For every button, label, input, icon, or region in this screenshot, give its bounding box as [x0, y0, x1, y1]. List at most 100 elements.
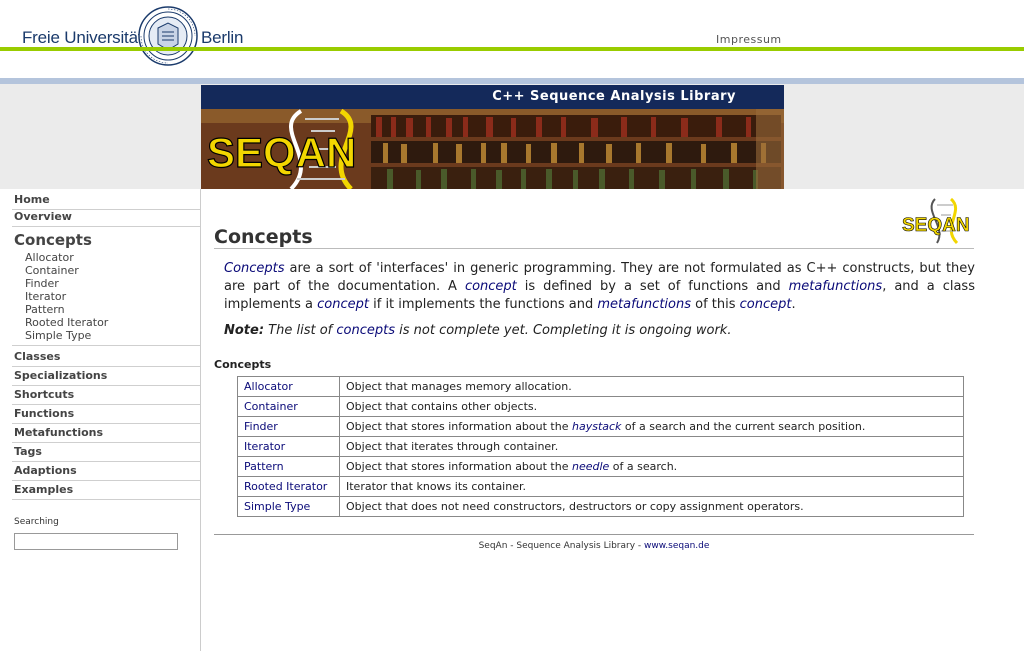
link-concepts[interactable]: concepts [336, 323, 395, 338]
desc-text: Object that stores information about the [346, 420, 572, 433]
concept-name-cell: Rooted Iterator [237, 476, 340, 497]
seqan-corner-logo: SEQAN [902, 197, 970, 245]
concept-desc-cell: Object that contains other objects. [339, 396, 964, 417]
table-row: Rooted Iterator Iterator that knows its … [237, 476, 964, 497]
sidebar-item-metafunctions[interactable]: Metafunctions [14, 426, 103, 439]
link-haystack[interactable]: haystack [572, 420, 621, 433]
sidebar-item-specializations[interactable]: Specializations [14, 369, 107, 382]
desc-text: of a search and the current search posit… [621, 420, 866, 433]
sidebar-item-concepts-current[interactable]: Concepts [14, 231, 92, 249]
intro-text: is defined by a set of functions and [516, 279, 789, 294]
seqan-logo-text: SEQAN [207, 129, 356, 176]
concept-link-finder[interactable]: Finder [244, 420, 278, 433]
intro-paragraph: Concepts are a sort of 'interfaces' in g… [224, 260, 975, 314]
link-metafunctions[interactable]: metafunctions [789, 279, 883, 294]
footer-text: SeqAn - Sequence Analysis Library - [478, 541, 645, 551]
seqan-banner: C++ Sequence Analysis Library SEQAN [201, 85, 784, 189]
desc-text: Object that iterates through container. [346, 440, 559, 453]
sidebar-item-functions[interactable]: Functions [14, 407, 74, 420]
sidebar-subitem-allocator[interactable]: Allocator [25, 251, 74, 264]
footer-link-seqan[interactable]: www.seqan.de [644, 541, 709, 551]
corner-logo-text: SEQAN [902, 215, 970, 236]
link-concept[interactable]: concept [317, 297, 369, 312]
note-paragraph: Note: The list of concepts is not comple… [224, 323, 975, 338]
desc-text: Object that contains other objects. [346, 400, 538, 413]
concept-desc-cell: Object that stores information about the… [339, 416, 964, 437]
sidebar-subitem-pattern[interactable]: Pattern [25, 303, 65, 316]
university-seal-icon [138, 6, 198, 66]
page-footer: SeqAn - Sequence Analysis Library - www.… [201, 541, 987, 551]
concept-name-cell: Finder [237, 416, 340, 437]
nav-divider [12, 423, 200, 424]
concept-link-allocator[interactable]: Allocator [244, 380, 293, 393]
concept-name-cell: Iterator [237, 436, 340, 457]
note-label: Note: [224, 323, 265, 338]
intro-text: of this [691, 297, 740, 312]
nav-divider [12, 366, 200, 367]
link-concepts[interactable]: Concepts [224, 261, 285, 276]
impressum-link[interactable]: Impressum [716, 33, 782, 46]
concept-link-pattern[interactable]: Pattern [244, 460, 284, 473]
nav-divider [12, 404, 200, 405]
concept-desc-cell: Object that does not need constructors, … [339, 496, 964, 517]
nav-divider [12, 345, 200, 346]
sidebar-subitem-container[interactable]: Container [25, 264, 79, 277]
concept-link-simple-type[interactable]: Simple Type [244, 500, 310, 513]
footer-divider [214, 534, 974, 535]
concepts-table: Allocator Object that manages memory all… [237, 376, 964, 517]
desc-text: Object that manages memory allocation. [346, 380, 572, 393]
desc-text: of a search. [609, 460, 678, 473]
header-green-divider [0, 47, 1024, 51]
link-metafunctions[interactable]: metafunctions [597, 297, 691, 312]
concept-link-iterator[interactable]: Iterator [244, 440, 285, 453]
sidebar-item-examples[interactable]: Examples [14, 483, 73, 496]
concept-link-container[interactable]: Container [244, 400, 298, 413]
note-text: is not complete yet. Completing it is on… [395, 323, 732, 338]
concept-desc-cell: Object that manages memory allocation. [339, 376, 964, 397]
intro-text: . [791, 297, 796, 312]
table-row: Iterator Object that iterates through co… [237, 436, 964, 457]
sidebar-subitem-iterator[interactable]: Iterator [25, 290, 66, 303]
concept-name-cell: Allocator [237, 376, 340, 397]
sidebar-item-classes[interactable]: Classes [14, 350, 60, 363]
nav-divider [12, 226, 200, 227]
search-input[interactable] [14, 533, 178, 550]
sidebar-subitem-rooted-iterator[interactable]: Rooted Iterator [25, 316, 108, 329]
sidebar-nav: Home Overview Concepts Allocator Contain… [0, 189, 201, 651]
nav-divider [12, 385, 200, 386]
desc-text: Object that does not need constructors, … [346, 500, 804, 513]
table-row: Container Object that contains other obj… [237, 396, 964, 417]
sidebar-item-adaptions[interactable]: Adaptions [14, 464, 77, 477]
sidebar-item-home[interactable]: Home [14, 193, 50, 206]
university-name-left: Freie Universität [22, 28, 143, 47]
concept-desc-cell: Object that iterates through container. [339, 436, 964, 457]
page-title: Concepts [214, 226, 313, 248]
link-concept[interactable]: concept [465, 279, 517, 294]
library-bookshelf-banner: SEQAN [201, 109, 784, 189]
sidebar-subitem-simple-type[interactable]: Simple Type [25, 329, 91, 342]
table-row: Finder Object that stores information ab… [237, 416, 964, 437]
title-underline [214, 248, 974, 249]
nav-divider [12, 461, 200, 462]
table-row: Simple Type Object that does not need co… [237, 496, 964, 517]
search-label: Searching [14, 517, 59, 527]
link-needle[interactable]: needle [572, 460, 609, 473]
main-content: SEQAN Concepts Concepts are a sort of 'i… [201, 189, 1024, 651]
concept-desc-cell: Object that stores information about the… [339, 456, 964, 477]
site-header: Freie Universität Berlin Impressum [0, 0, 1024, 84]
concept-name-cell: Pattern [237, 456, 340, 477]
university-name-right: Berlin [201, 28, 244, 47]
concept-name-cell: Container [237, 396, 340, 417]
sidebar-subitem-finder[interactable]: Finder [25, 277, 59, 290]
table-row: Allocator Object that manages memory all… [237, 376, 964, 397]
banner-title: C++ Sequence Analysis Library [201, 85, 784, 109]
sidebar-item-tags[interactable]: Tags [14, 445, 42, 458]
concept-link-rooted-iterator[interactable]: Rooted Iterator [244, 480, 327, 493]
nav-divider [12, 442, 200, 443]
nav-divider [12, 480, 200, 481]
desc-text: Object that stores information about the [346, 460, 572, 473]
link-concept[interactable]: concept [740, 297, 792, 312]
sidebar-item-overview[interactable]: Overview [14, 210, 72, 223]
concept-desc-cell: Iterator that knows its container. [339, 476, 964, 497]
sidebar-item-shortcuts[interactable]: Shortcuts [14, 388, 74, 401]
